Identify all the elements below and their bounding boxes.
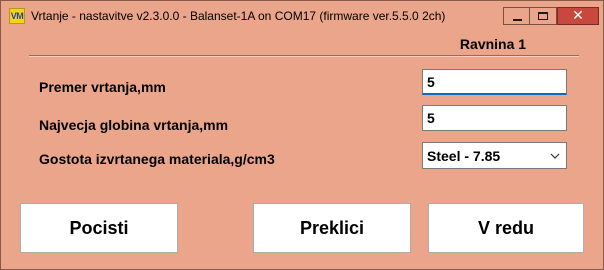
diameter-label: Premer vrtanja,mm [39,79,166,95]
minimize-icon [513,19,522,21]
max-depth-input[interactable] [422,105,567,131]
dialog-window: VM Vrtanje - nastavitve v2.3.0.0 - Balan… [0,0,604,270]
app-icon: VM [9,8,25,24]
title-bar[interactable]: VM Vrtanje - nastavitve v2.3.0.0 - Balan… [1,1,603,31]
close-icon: ✕ [572,8,584,24]
ok-button[interactable]: V redu [428,203,584,253]
separator-line [29,55,579,57]
maximize-button[interactable] [530,7,557,25]
maximize-icon [538,12,548,20]
minimize-button[interactable] [503,7,530,25]
diameter-input[interactable] [422,69,567,95]
close-button[interactable]: ✕ [557,7,599,25]
chevron-down-icon [550,153,560,159]
density-select[interactable]: Steel - 7.85 [422,142,567,169]
plane-label: Ravnina 1 [459,36,527,52]
window-title: Vrtanje - nastavitve v2.3.0.0 - Balanset… [31,9,446,23]
clear-button[interactable]: Pocisti [20,203,178,253]
density-selected-value: Steel - 7.85 [427,148,501,164]
density-label: Gostota izvrtanega materiala,g/cm3 [39,151,275,167]
max-depth-label: Najvecja globina vrtanja,mm [39,117,229,133]
cancel-button[interactable]: Preklici [253,203,411,253]
